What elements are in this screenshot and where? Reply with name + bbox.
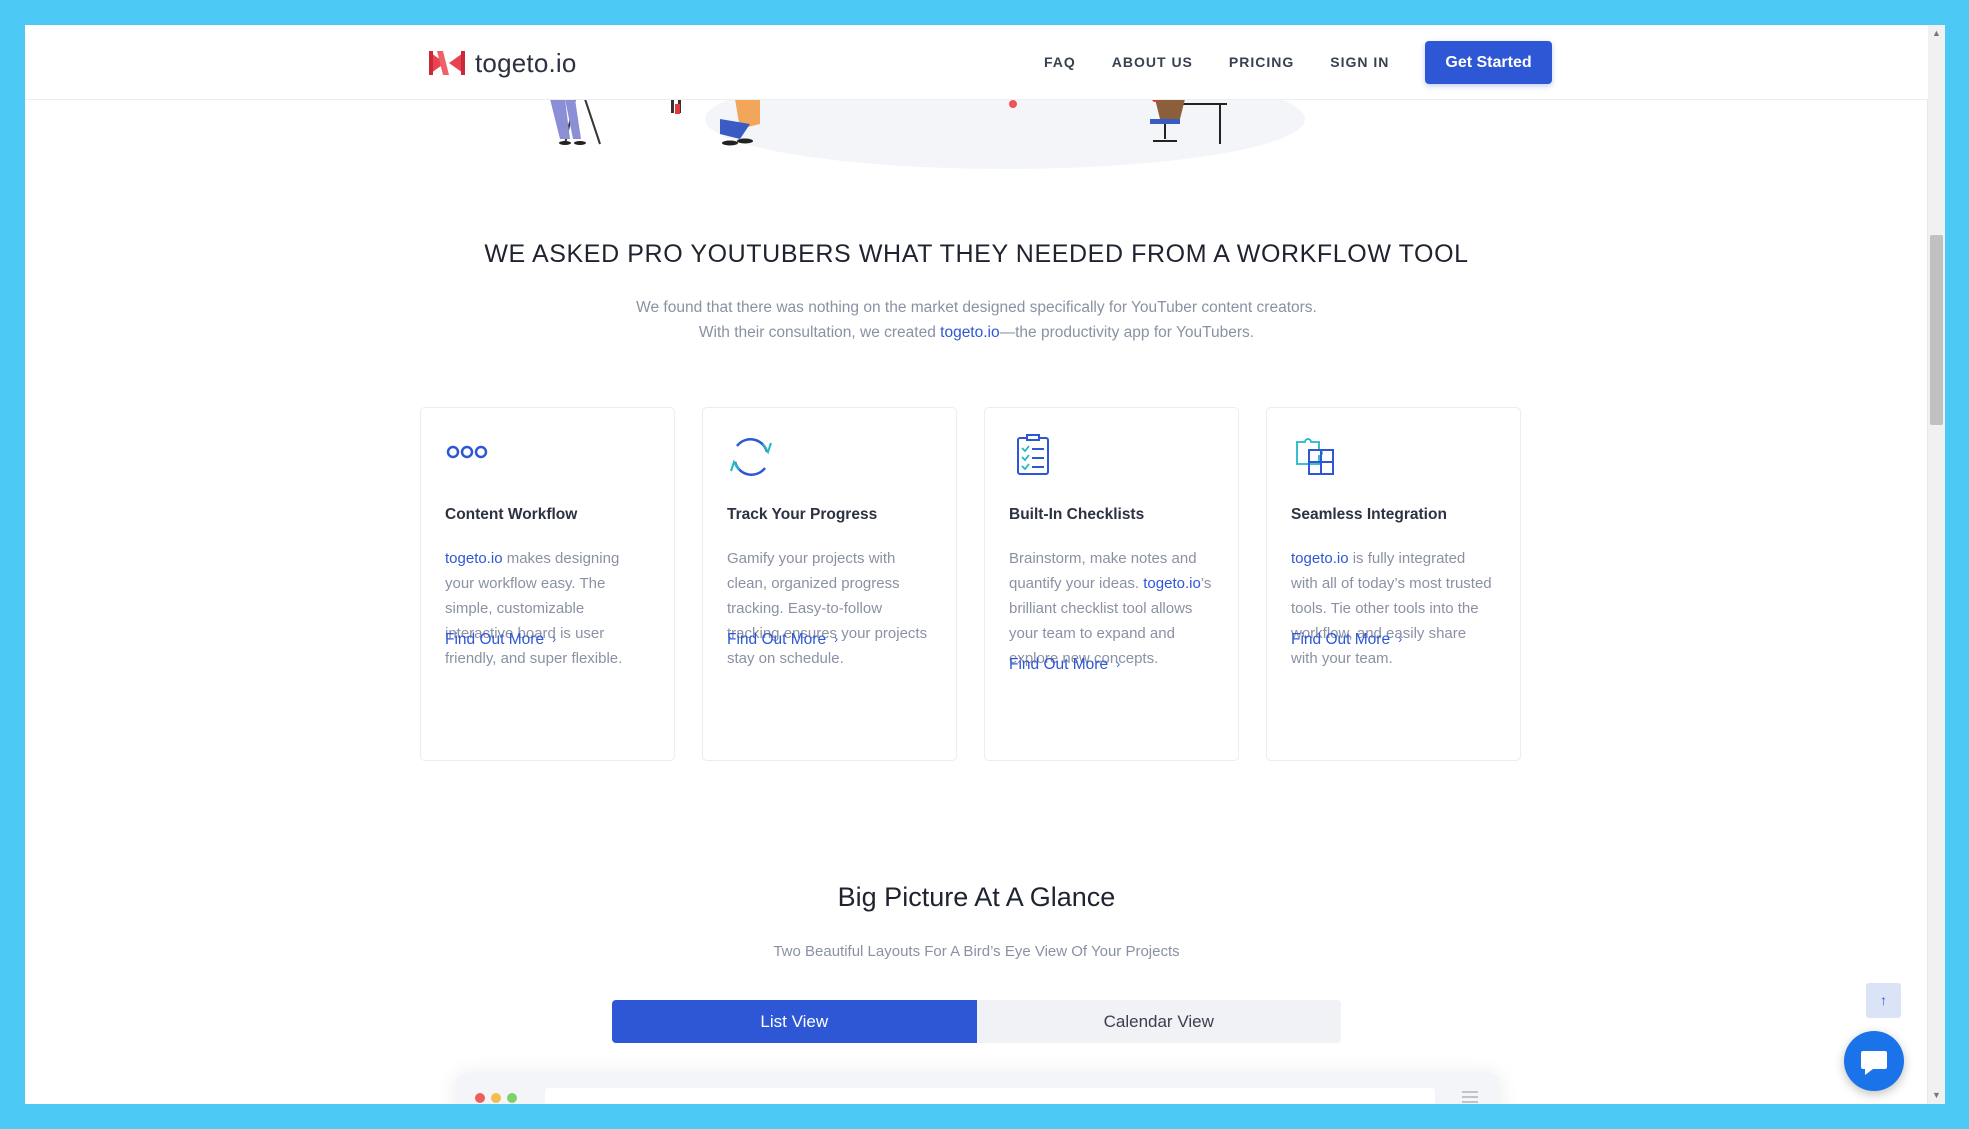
card-text: togeto.io makes designing your workflow …	[445, 546, 650, 671]
card-body: is fully integrated with all of today’s …	[1291, 550, 1492, 667]
people-illustration	[550, 99, 1227, 146]
views-title: Big Picture At A Glance	[837, 882, 1116, 912]
brand-link[interactable]: togeto.io	[1291, 550, 1349, 567]
card-text: Brainstorm, make notes and quantify your…	[1009, 546, 1214, 671]
scroll-down-arrow-icon[interactable]: ▼	[1928, 1087, 1945, 1104]
chat-bubble-icon[interactable]	[1844, 1031, 1904, 1091]
browser-window: togeto.io FAQ ABOUT US PRICING SIGN IN G…	[25, 25, 1945, 1104]
logo-icon	[429, 51, 465, 75]
find-out-more-link[interactable]: Find Out More ›	[727, 631, 838, 649]
brand-link[interactable]: togeto.io	[445, 550, 503, 567]
nav-sign-in[interactable]: SIGN IN	[1330, 54, 1389, 70]
scroll-up-arrow-icon[interactable]: ▲	[1928, 25, 1945, 42]
site-header: togeto.io FAQ ABOUT US PRICING SIGN IN G…	[25, 25, 1928, 100]
brand-link[interactable]: togeto.io	[1143, 575, 1201, 592]
main-nav: FAQ ABOUT US PRICING SIGN IN Get Started	[1044, 25, 1552, 99]
arrow-up-icon[interactable]: ↑	[1866, 983, 1901, 1018]
find-out-more-link[interactable]: Find Out More ›	[1291, 631, 1402, 649]
card-seamless-integration: Seamless Integration togeto.io is fully …	[1266, 407, 1521, 761]
features-intro: We found that there was nothing on the m…	[25, 295, 1928, 345]
maximize-dot-icon	[507, 1093, 517, 1103]
find-out-more-link[interactable]: Find Out More ›	[445, 631, 556, 649]
dots-icon	[446, 445, 488, 459]
logo-text: togeto.io	[475, 47, 577, 78]
preview-browser-frame	[455, 1073, 1500, 1104]
scrollbar-thumb[interactable]	[1930, 235, 1943, 425]
intro-brand-link[interactable]: togeto.io	[940, 324, 999, 341]
link-label: Find Out More	[1009, 656, 1109, 673]
close-dot-icon	[475, 1093, 485, 1103]
chevron-right-icon: ›	[1398, 632, 1403, 646]
preview-address-bar	[545, 1088, 1435, 1104]
hero-illustration	[525, 69, 1425, 179]
card-title: Content Workflow	[445, 506, 578, 523]
features-title: WE ASKED PRO YOUTUBERS WHAT THEY NEEDED …	[484, 240, 1469, 268]
card-title: Track Your Progress	[727, 506, 878, 523]
chevron-right-icon: ›	[834, 632, 839, 646]
tab-list-view[interactable]: List View	[612, 1000, 977, 1043]
refresh-icon	[730, 438, 772, 476]
intro-line-1: We found that there was nothing on the m…	[636, 299, 1317, 316]
intro-text: With their consultation, we created	[698, 324, 941, 341]
link-label: Find Out More	[445, 631, 545, 648]
intro-text-end: —the productivity app for YouTubers.	[999, 324, 1255, 341]
card-built-in-checklists: Built-In Checklists Brainstorm, make not…	[984, 407, 1239, 761]
find-out-more-link[interactable]: Find Out More ›	[1009, 656, 1120, 674]
hamburger-icon	[1462, 1091, 1478, 1104]
nav-faq[interactable]: FAQ	[1044, 54, 1076, 70]
window-controls	[475, 1093, 517, 1103]
link-label: Find Out More	[1291, 631, 1391, 648]
card-text: Gamify your projects with clean, organiz…	[727, 550, 928, 667]
nav-pricing[interactable]: PRICING	[1229, 54, 1294, 70]
minimize-dot-icon	[491, 1093, 501, 1103]
link-label: Find Out More	[727, 631, 827, 648]
chat-icon-graphic	[1861, 1051, 1887, 1075]
chevron-right-icon: ›	[552, 632, 557, 646]
card-content-workflow: Content Workflow togeto.io makes designi…	[420, 407, 675, 761]
views-subtitle: Two Beautiful Layouts For A Bird’s Eye V…	[773, 943, 1180, 960]
nav-about-us[interactable]: ABOUT US	[1112, 54, 1193, 70]
chevron-right-icon: ›	[1116, 657, 1121, 671]
intro-line-2: With their consultation, we created toge…	[25, 320, 1928, 345]
checklist-icon	[1017, 434, 1049, 475]
feature-cards: Content Workflow togeto.io makes designi…	[420, 407, 1521, 761]
card-title: Seamless Integration	[1291, 506, 1447, 523]
card-track-progress: Track Your Progress Gamify your projects…	[702, 407, 957, 761]
tab-calendar-view[interactable]: Calendar View	[976, 1000, 1341, 1043]
logo[interactable]: togeto.io	[427, 46, 577, 80]
view-toggle: List View Calendar View	[612, 1000, 1341, 1043]
card-text: togeto.io is fully integrated with all o…	[1291, 546, 1496, 671]
card-title: Built-In Checklists	[1009, 506, 1145, 523]
get-started-button[interactable]: Get Started	[1425, 40, 1552, 84]
puzzle-icon	[1296, 438, 1334, 475]
card-body: makes designing your workflow easy. The …	[445, 550, 623, 667]
vertical-scrollbar[interactable]: ▲ ▼	[1927, 25, 1945, 1104]
